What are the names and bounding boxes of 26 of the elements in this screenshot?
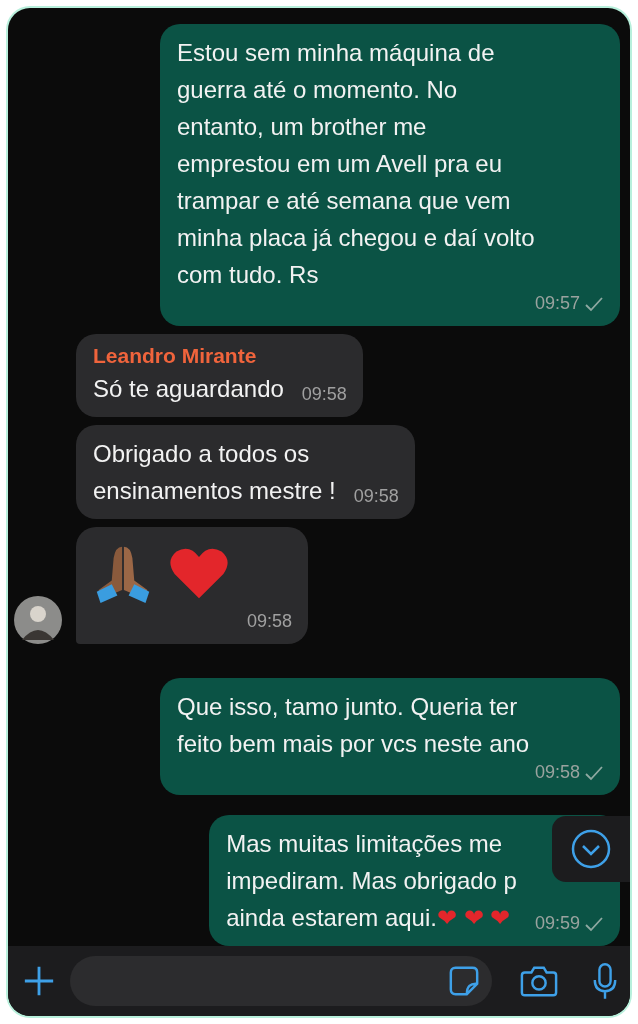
message-time: 09:58 bbox=[353, 486, 399, 507]
sent-message-bubble[interactable]: Que isso, tamo junto. Queria ter feito bem mais por vcs neste ano 09:58 bbox=[160, 678, 620, 795]
received-message-bubble[interactable]: 09:58 bbox=[76, 527, 309, 644]
received-message-bubble[interactable]: Obrigado a todos os ensinamentos mestre ! 09:58 bbox=[76, 425, 415, 519]
message-text: Mas muitas limitações me impediram. Mas obrigado p ainda estarem aqui.❤ ❤ ❤ bbox=[226, 829, 517, 933]
message-time: 09:59 bbox=[534, 913, 580, 934]
message-time: 09:58 bbox=[247, 611, 293, 632]
sent-message-bubble[interactable]: Mas muitas limitações me impediram. Mas obrigado p ainda estarem aqui.❤ ❤ ❤ 09:59 bbox=[209, 815, 620, 946]
message-text: Obrigado a todos os ensinamentos mestre ! bbox=[93, 439, 336, 506]
plus-icon[interactable] bbox=[22, 964, 56, 998]
scroll-down-button[interactable] bbox=[552, 816, 630, 882]
message-text: Só te aguardando bbox=[93, 374, 284, 404]
microphone-icon[interactable] bbox=[592, 962, 618, 1000]
chevron-down-icon bbox=[571, 829, 611, 869]
message-text: Estou sem minha máquina de guerra até o momento. No entanto, um brother me emprestou em um Avell pra eu trampar e até semana que vem minha placa já chegou e daí volto com tudo. Rs bbox=[177, 38, 535, 290]
message-text: Que isso, tamo junto. Queria ter feito bem mais por vcs neste ano bbox=[177, 692, 530, 759]
sent-message-bubble[interactable]: Estou sem minha máquina de guerra até o momento. No entanto, um brother me emprestou em um Avell pra eu trampar e até semana que vem minha placa já chegou e daí volto com tudo. Rs 09:57 bbox=[160, 24, 620, 326]
message-time: 09:58 bbox=[301, 384, 347, 405]
message-time: 09:57 bbox=[534, 293, 580, 314]
sender-name: Leandro Mirante bbox=[93, 344, 258, 368]
sticker-icon[interactable] bbox=[448, 965, 480, 997]
received-message-bubble[interactable]: Leandro Mirante Só te aguardando 09:58 bbox=[76, 334, 363, 417]
message-input-field[interactable] bbox=[70, 956, 492, 1006]
avatar[interactable] bbox=[14, 596, 62, 644]
camera-icon[interactable] bbox=[520, 964, 558, 998]
message-time: 09:58 bbox=[534, 762, 580, 783]
